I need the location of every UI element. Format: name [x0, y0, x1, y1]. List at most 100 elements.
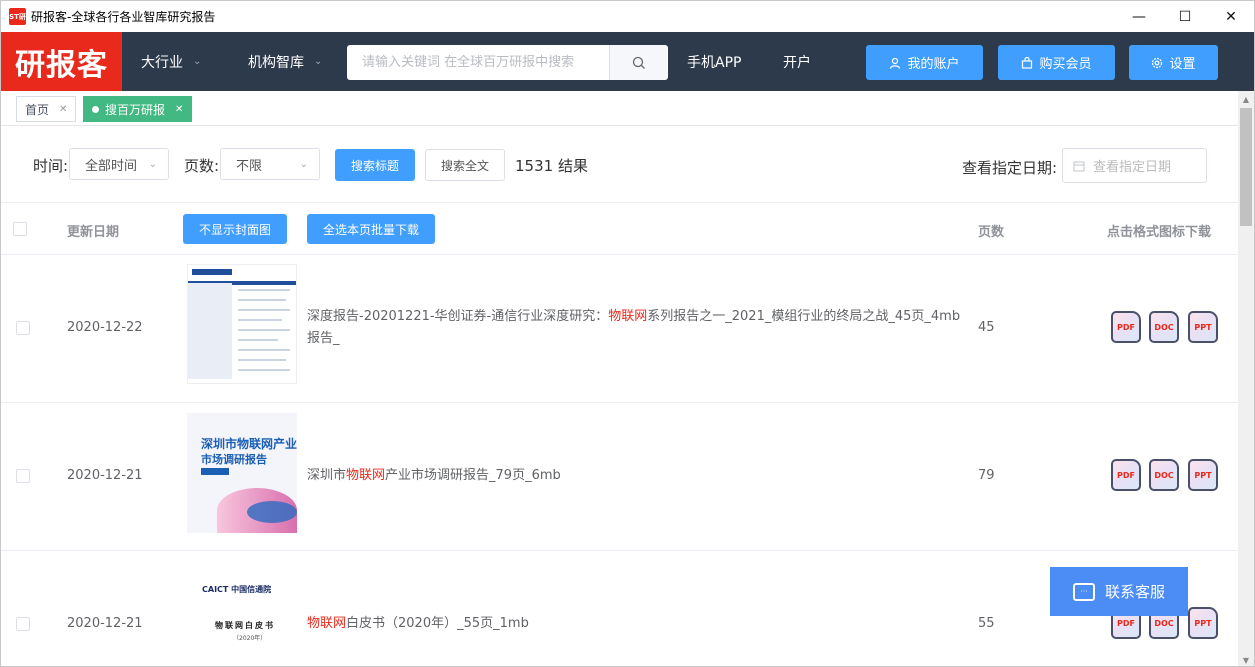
- row-date: 2020-12-21: [67, 468, 143, 483]
- chevron-down-icon: ⌄: [193, 56, 202, 67]
- contact-support-label: 联系客服: [1104, 583, 1165, 601]
- pdf-download-icon[interactable]: PDF: [1111, 311, 1141, 343]
- report-title-link[interactable]: 深度报告-20201221-华创证券-通信行业深度研究：物联网系列报告之一_20…: [307, 306, 967, 350]
- report-cover-image[interactable]: CAICT 中国信通院 物联网白皮书 （2020年）: [187, 559, 297, 666]
- tab-home[interactable]: 首页 ✕: [16, 96, 77, 122]
- chevron-down-icon: ⌄: [314, 56, 323, 67]
- title-text: 深圳市: [307, 468, 347, 483]
- search-fulltext-button[interactable]: 搜索全文: [425, 149, 505, 181]
- title-highlight: 物联网: [307, 616, 347, 631]
- pages-select-value: 不限: [236, 158, 263, 174]
- chevron-down-icon: ⌄: [299, 158, 308, 170]
- doc-download-icon[interactable]: DOC: [1149, 311, 1179, 343]
- title-text: 产业市场调研报告_79页_6mb: [385, 468, 561, 483]
- chevron-down-icon: ⌄: [148, 158, 157, 170]
- time-select[interactable]: 全部时间 ⌄: [69, 148, 169, 180]
- title-text: 深度报告-20201221-华创证券-通信行业深度研究：: [307, 309, 609, 324]
- chat-icon: ···: [1072, 582, 1095, 601]
- search-box: [347, 45, 668, 80]
- row-date: 2020-12-22: [67, 320, 143, 335]
- calendar-icon: [1073, 161, 1085, 171]
- top-nav: 研报客 大行业 ⌄ 机构智库 ⌄ 手机APP 开户 我的账户: [1, 32, 1254, 91]
- search-icon: [632, 56, 645, 69]
- search-title-button[interactable]: 搜索标题: [335, 149, 415, 181]
- title-highlight: 物联网: [608, 309, 648, 324]
- row-pages: 79: [978, 468, 995, 483]
- ppt-download-icon[interactable]: PPT: [1188, 607, 1218, 639]
- table-row: 2020-12-21 深圳市物联网产业 市场调研报告 深圳市物联网产业市场调研报…: [1, 403, 1239, 551]
- batch-download-button[interactable]: 全选本页批量下载: [307, 214, 435, 244]
- ppt-download-icon[interactable]: PPT: [1188, 459, 1218, 491]
- settings-button[interactable]: 设置: [1129, 45, 1218, 80]
- pages-label: 页数:: [184, 157, 220, 175]
- hide-cover-button[interactable]: 不显示封面图: [183, 214, 287, 244]
- minimize-button[interactable]: —: [1116, 1, 1162, 32]
- active-dot-icon: [92, 105, 99, 113]
- column-pages: 页数: [978, 225, 1005, 240]
- ppt-download-icon[interactable]: PPT: [1188, 311, 1218, 343]
- time-label: 时间:: [33, 157, 69, 175]
- row-checkbox[interactable]: [16, 321, 30, 335]
- pdf-download-icon[interactable]: PDF: [1111, 459, 1141, 491]
- window-title: 研报客-全球各行各业智库研究报告: [31, 10, 216, 24]
- gear-icon: [1152, 57, 1163, 68]
- app-window: ST研 研报客-全球各行各业智库研究报告 — ☐ ✕ 研报客 大行业 ⌄ 机构智…: [0, 0, 1255, 667]
- mobile-app-link[interactable]: 手机APP: [687, 32, 741, 91]
- report-cover-image[interactable]: 深圳市物联网产业 市场调研报告: [187, 413, 297, 533]
- cover-title-line1: 深圳市物联网产业: [201, 437, 297, 451]
- user-icon: [890, 57, 901, 69]
- scroll-down-icon[interactable]: ▼: [1238, 652, 1254, 666]
- title-highlight: 物联网: [346, 468, 386, 483]
- close-button[interactable]: ✕: [1208, 1, 1254, 32]
- settings-label: 设置: [1169, 57, 1196, 72]
- buy-membership-button[interactable]: 购买会员: [998, 45, 1115, 80]
- brand-logo: 研报客: [1, 32, 122, 91]
- app-logo-icon: ST研: [9, 8, 26, 25]
- column-update-date: 更新日期: [67, 225, 120, 240]
- time-select-value: 全部时间: [85, 158, 138, 174]
- buy-membership-label: 购买会员: [1039, 57, 1092, 72]
- date-picker[interactable]: 查看指定日期: [1062, 148, 1207, 183]
- vertical-scrollbar[interactable]: ▲ ▼: [1238, 91, 1254, 666]
- search-input[interactable]: [347, 45, 609, 80]
- my-account-button[interactable]: 我的账户: [866, 45, 983, 80]
- row-date: 2020-12-21: [67, 616, 143, 631]
- bag-icon: [1022, 56, 1033, 69]
- my-account-label: 我的账户: [907, 57, 960, 72]
- column-download: 点击格式图标下载: [1107, 225, 1212, 240]
- close-icon[interactable]: ✕: [59, 104, 67, 115]
- row-pages: 55: [978, 616, 995, 631]
- maximize-button[interactable]: ☐: [1162, 1, 1208, 32]
- report-title-link[interactable]: 深圳市物联网产业市场调研报告_79页_6mb: [307, 465, 967, 487]
- row-checkbox[interactable]: [16, 469, 30, 483]
- contact-support-button[interactable]: ··· 联系客服: [1050, 567, 1188, 616]
- doc-download-icon[interactable]: DOC: [1149, 459, 1179, 491]
- close-icon[interactable]: ✕: [175, 104, 183, 115]
- date-picker-placeholder: 查看指定日期: [1093, 160, 1172, 175]
- table-header: 更新日期 不显示封面图 全选本页批量下载 页数 点击格式图标下载: [1, 202, 1239, 255]
- search-button[interactable]: [609, 45, 667, 80]
- nav-industry-label: 大行业: [141, 54, 183, 71]
- pages-select[interactable]: 不限 ⌄: [220, 148, 320, 180]
- nav-institution-label: 机构智库: [248, 54, 304, 71]
- table-row: 2020-12-22 深度报告-20201221-华创证券-通信行业深度研究：物…: [1, 255, 1239, 403]
- tab-home-label: 首页: [25, 102, 50, 117]
- cover-title-line2: 市场调研报告: [201, 453, 267, 466]
- report-title-link[interactable]: 物联网白皮书（2020年）_55页_1mb: [307, 613, 967, 635]
- window-controls: — ☐ ✕: [1116, 1, 1254, 32]
- cover-title: 物联网白皮书: [215, 621, 275, 630]
- row-checkbox[interactable]: [16, 617, 30, 631]
- open-account-link[interactable]: 开户: [783, 32, 811, 91]
- report-cover-image[interactable]: [187, 264, 297, 384]
- cover-year: （2020年）: [233, 635, 267, 642]
- scroll-up-icon[interactable]: ▲: [1238, 91, 1254, 107]
- result-count: 1531 结果: [515, 157, 588, 175]
- nav-institution-menu[interactable]: 机构智库 ⌄: [248, 32, 322, 91]
- cover-org: CAICT 中国信通院: [202, 585, 272, 594]
- select-all-checkbox[interactable]: [13, 222, 27, 236]
- nav-industry-menu[interactable]: 大行业 ⌄: [141, 32, 201, 91]
- scrollbar-thumb[interactable]: [1240, 108, 1252, 226]
- title-text: 白皮书（2020年）_55页_1mb: [346, 616, 529, 631]
- tabs-bar: 首页 ✕ 搜百万研报 ✕: [1, 91, 1254, 126]
- tab-search-reports[interactable]: 搜百万研报 ✕: [83, 96, 193, 122]
